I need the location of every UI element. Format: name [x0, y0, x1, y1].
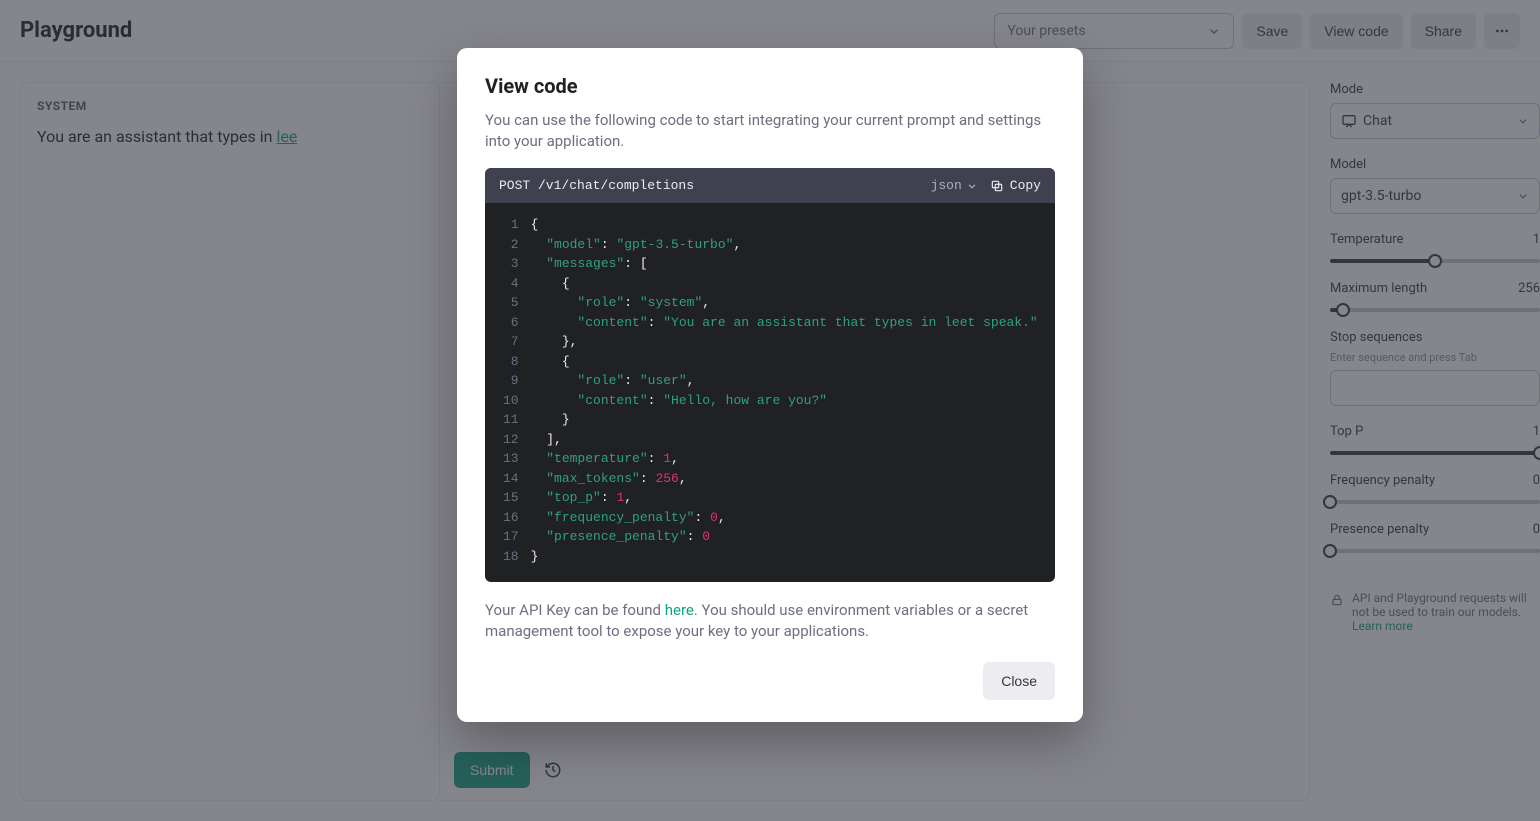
- chevron-down-icon: [966, 180, 978, 192]
- close-button[interactable]: Close: [983, 662, 1055, 700]
- api-key-here-link[interactable]: here: [665, 601, 694, 619]
- modal-footer-note: Your API Key can be found here. You shou…: [485, 600, 1055, 642]
- modal-description: You can use the following code to start …: [485, 110, 1055, 152]
- modal-title: View code: [485, 74, 1055, 98]
- code-block: POST /v1/chat/completions json Copy 1 2 …: [485, 168, 1055, 582]
- code-header: POST /v1/chat/completions json Copy: [485, 168, 1055, 203]
- code-endpoint: POST /v1/chat/completions: [499, 178, 919, 193]
- modal-overlay[interactable]: View code You can use the following code…: [0, 0, 1540, 821]
- copy-button[interactable]: Copy: [990, 178, 1041, 193]
- language-picker[interactable]: json: [931, 178, 978, 193]
- view-code-modal: View code You can use the following code…: [457, 48, 1083, 722]
- code-lines: { "model": "gpt-3.5-turbo", "messages": …: [531, 215, 1055, 566]
- code-line-numbers: 1 2 3 4 5 6 7 8 9 10 11 12 13 14 15 16 1…: [485, 215, 531, 566]
- modal-actions: Close: [485, 662, 1055, 700]
- code-body[interactable]: 1 2 3 4 5 6 7 8 9 10 11 12 13 14 15 16 1…: [485, 203, 1055, 582]
- copy-icon: [990, 179, 1004, 193]
